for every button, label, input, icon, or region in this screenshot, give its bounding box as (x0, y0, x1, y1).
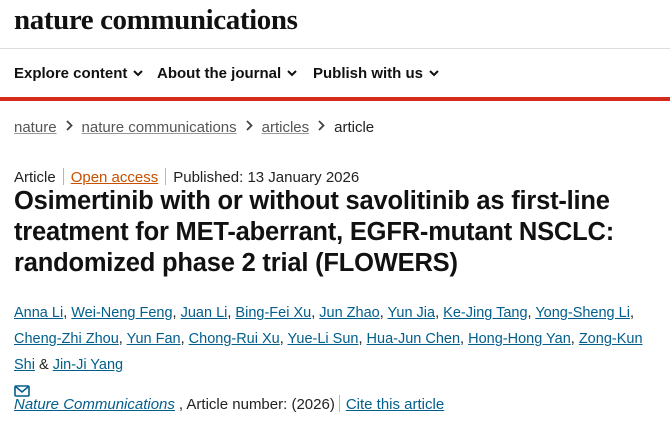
cite-this-article-link[interactable]: Cite this article (346, 396, 444, 413)
author-separator: , (358, 331, 367, 347)
author-link[interactable]: Bing-Fei Xu (235, 305, 311, 321)
divider (165, 168, 167, 185)
author-link[interactable]: Jin-Ji Yang (53, 357, 123, 373)
author-list: Anna Li, Wei-Neng Feng, Juan Li, Bing-Fe… (14, 300, 664, 406)
chevron-down-icon (287, 69, 297, 76)
nav-item-label: Publish with us (313, 65, 424, 82)
site-logo[interactable]: nature communications (14, 4, 298, 37)
author-separator: , (180, 331, 189, 347)
nav-publish-with-us[interactable]: Publish with us (313, 65, 439, 82)
main-navigation: Explore content About the journal Publis… (0, 48, 670, 101)
author-link[interactable]: Yun Jia (388, 305, 436, 321)
journal-link[interactable]: Nature Communications (14, 396, 175, 413)
divider (62, 168, 64, 185)
chevron-right-icon (65, 118, 73, 135)
author-link[interactable]: Yun Fan (127, 331, 181, 347)
author-link[interactable]: Hua-Jun Chen (367, 331, 461, 347)
article-number: , Article number: (2026) (178, 396, 335, 413)
nav-item-label: About the journal (157, 65, 282, 82)
masthead: nature communications (0, 0, 670, 48)
chevron-down-icon (429, 69, 439, 76)
chevron-down-icon (133, 69, 144, 76)
author-separator: , (570, 331, 579, 347)
author-link[interactable]: Yue-Li Sun (288, 331, 359, 347)
breadcrumb: nature nature communications articles artic… (14, 119, 374, 136)
breadcrumb-link-journal[interactable]: nature communications (82, 119, 237, 136)
author-separator: , (435, 305, 444, 321)
author-link[interactable]: Yong-Sheng Li (535, 305, 630, 321)
author-separator: , (460, 331, 469, 347)
article-meta: Article Open access Published: 13 January … (14, 168, 359, 186)
author-separator: , (279, 331, 288, 347)
author-separator: , (118, 331, 127, 347)
author-link[interactable]: Chong-Rui Xu (189, 331, 280, 347)
nav-about-journal[interactable]: About the journal (157, 65, 297, 82)
author-separator: & (34, 357, 53, 373)
nav-explore-content[interactable]: Explore content (14, 65, 144, 82)
article-type: Article (14, 169, 56, 186)
open-access-link[interactable]: Open access (71, 169, 159, 186)
author-link[interactable]: Hong-Hong Yan (468, 331, 571, 347)
article-title: Osimertinib with or without savolitinib … (14, 187, 614, 277)
author-separator: , (172, 305, 181, 321)
breadcrumb-link-articles[interactable]: articles (262, 119, 310, 136)
author-link[interactable]: Anna Li (14, 305, 63, 321)
chevron-right-icon (245, 118, 253, 135)
author-link[interactable]: Jun Zhao (319, 305, 379, 321)
author-separator: , (379, 305, 388, 321)
chevron-right-icon (318, 118, 325, 135)
breadcrumb-current: article (334, 119, 375, 136)
author-link[interactable]: Ke-Jing Tang (443, 305, 527, 321)
author-link[interactable]: Cheng-Zhi Zhou (14, 331, 119, 347)
breadcrumb-link-nature[interactable]: nature (14, 119, 57, 136)
author-link[interactable]: Wei-Neng Feng (71, 305, 172, 321)
divider (338, 395, 340, 412)
author-separator: , (629, 305, 634, 321)
published-date: Published: 13 January 2026 (173, 169, 360, 186)
nav-item-label: Explore content (14, 65, 128, 82)
citation-line: Nature Communications, Article number: (… (14, 395, 444, 413)
author-link[interactable]: Juan Li (181, 305, 228, 321)
